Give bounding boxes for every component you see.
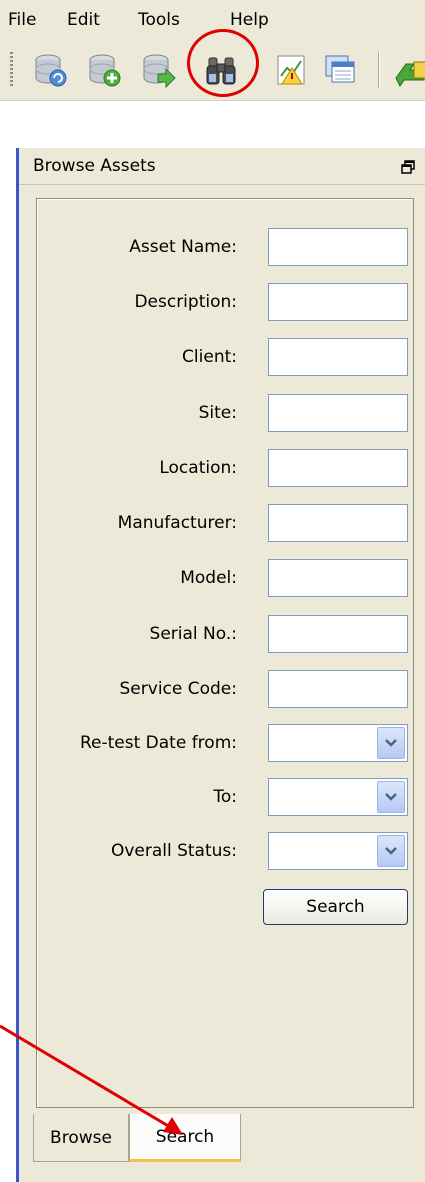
service-code-input[interactable] <box>268 670 408 708</box>
report-chart-icon <box>277 55 305 85</box>
toolbar-grip[interactable] <box>10 52 13 88</box>
chevron-down-icon <box>385 739 397 747</box>
database-add-icon <box>89 54 121 87</box>
panel-header: Browse Assets <box>19 148 425 185</box>
tab-browse[interactable]: Browse <box>33 1114 129 1162</box>
report-button[interactable] <box>272 50 312 90</box>
panel-title: Browse Assets <box>33 156 156 176</box>
next-button[interactable] <box>392 50 425 90</box>
client-input[interactable] <box>268 338 408 376</box>
menu-file[interactable]: File <box>8 10 36 30</box>
database-refresh-button[interactable] <box>30 50 70 90</box>
toolbar-separator <box>378 52 379 88</box>
overall-status-select[interactable] <box>268 832 408 870</box>
browse-assets-panel: Browse Assets Asset Name: Description: C… <box>16 148 425 1182</box>
search-form: Asset Name: Description: Client: Site: L… <box>36 198 414 1108</box>
manufacturer-label: Manufacturer: <box>117 513 237 533</box>
service-code-label: Service Code: <box>119 679 237 699</box>
green-arrow-icon <box>395 61 425 87</box>
menu-tools[interactable]: Tools <box>138 10 180 30</box>
database-refresh-icon <box>35 54 67 87</box>
description-label: Description: <box>134 292 237 312</box>
site-label: Site: <box>198 403 237 423</box>
serial-no-input[interactable] <box>268 615 408 653</box>
database-import-button[interactable] <box>138 50 178 90</box>
chevron-down-icon <box>385 847 397 855</box>
overall-status-dropdown[interactable] <box>377 835 405 867</box>
location-input[interactable] <box>268 449 408 487</box>
retest-date-from-label: Re-test Date from: <box>79 733 237 753</box>
search-button[interactable]: Search <box>263 889 408 925</box>
retest-date-from-dropdown[interactable] <box>377 727 405 759</box>
windows-button[interactable] <box>320 50 360 90</box>
tab-search[interactable]: Search <box>129 1114 241 1162</box>
description-input[interactable] <box>268 283 408 321</box>
restore-window-icon[interactable] <box>401 160 415 174</box>
serial-no-label: Serial No.: <box>149 624 237 644</box>
menu-edit[interactable]: Edit <box>67 10 100 30</box>
site-input[interactable] <box>268 394 408 432</box>
retest-date-to-label: To: <box>213 787 237 807</box>
location-label: Location: <box>159 458 237 478</box>
windows-icon <box>325 55 355 83</box>
client-label: Client: <box>182 347 237 367</box>
asset-name-label: Asset Name: <box>129 237 237 257</box>
overall-status-label: Overall Status: <box>110 841 237 861</box>
retest-date-to-dropdown[interactable] <box>377 781 405 813</box>
manufacturer-input[interactable] <box>268 504 408 542</box>
database-import-icon <box>143 54 176 89</box>
chevron-down-icon <box>385 793 397 801</box>
asset-name-input[interactable] <box>268 228 408 266</box>
annotation-circle <box>187 29 259 97</box>
menu-help[interactable]: Help <box>230 10 269 30</box>
retest-date-from-select[interactable] <box>268 724 408 762</box>
model-label: Model: <box>180 568 237 588</box>
retest-date-to-select[interactable] <box>268 778 408 816</box>
database-add-button[interactable] <box>84 50 124 90</box>
model-input[interactable] <box>268 559 408 597</box>
